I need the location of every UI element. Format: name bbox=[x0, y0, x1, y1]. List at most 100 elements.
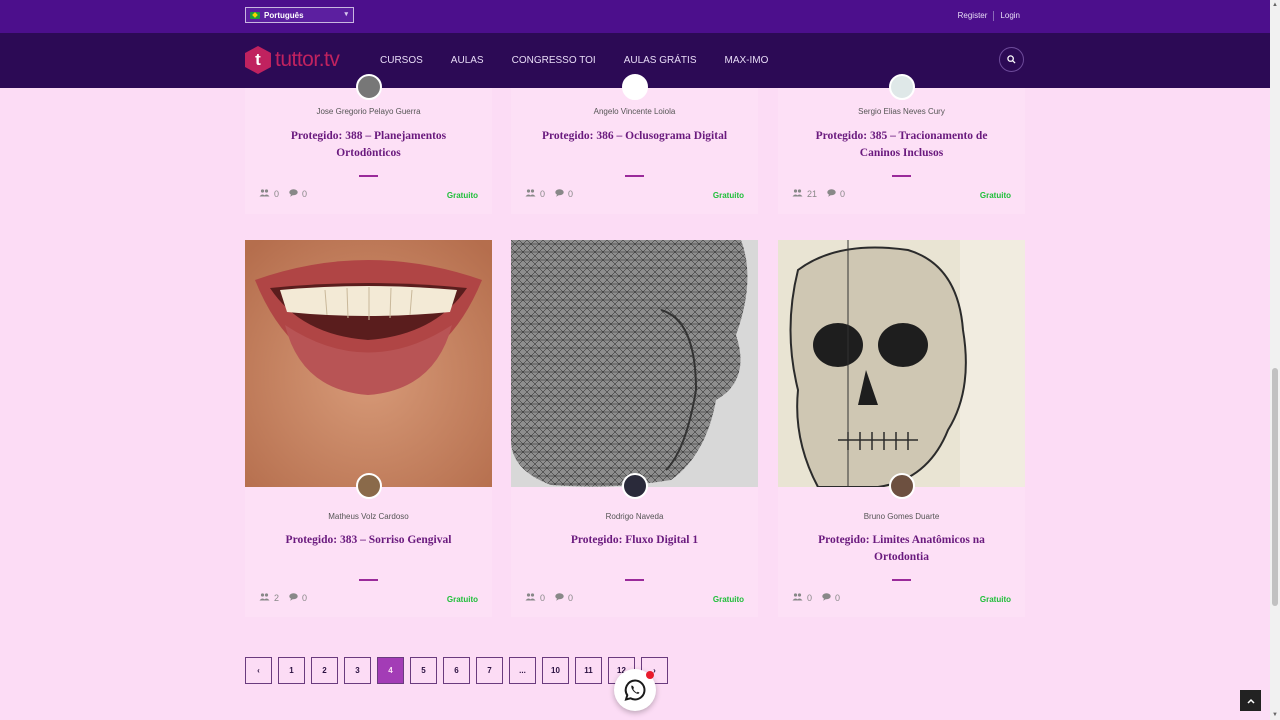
register-link[interactable]: Register bbox=[952, 11, 994, 21]
course-price: Gratuito bbox=[712, 191, 744, 200]
course-card[interactable]: Rodrigo Naveda Protegido: Fluxo Digital … bbox=[511, 240, 758, 617]
comment-icon bbox=[289, 593, 298, 603]
page-button-10[interactable]: 10 bbox=[542, 657, 569, 684]
search-button[interactable] bbox=[999, 47, 1024, 72]
scroll-down-icon[interactable]: ▼ bbox=[1272, 712, 1278, 718]
course-card[interactable]: Sergio Elias Neves Cury Protegido: 385 –… bbox=[778, 74, 1025, 214]
course-card[interactable]: Jose Gregorio Pelayo Guerra Protegido: 3… bbox=[245, 74, 492, 214]
students-count: 2 bbox=[274, 593, 280, 603]
comment-icon bbox=[827, 189, 836, 199]
comments-count: 0 bbox=[835, 593, 841, 603]
students-count: 0 bbox=[540, 189, 546, 199]
title-divider bbox=[892, 175, 911, 177]
comments-count: 0 bbox=[302, 189, 308, 199]
course-thumbnail-mesh[interactable] bbox=[511, 240, 758, 487]
comments-count: 0 bbox=[568, 593, 574, 603]
comment-icon bbox=[555, 593, 564, 603]
page-button-1[interactable]: 1 bbox=[278, 657, 305, 684]
course-thumbnail-smile[interactable] bbox=[245, 240, 492, 487]
course-card[interactable]: Angelo Vincente Loiola Protegido: 386 – … bbox=[511, 74, 758, 214]
page-button-5[interactable]: 5 bbox=[410, 657, 437, 684]
users-icon bbox=[259, 189, 270, 199]
language-label: Português bbox=[264, 10, 304, 20]
page-button-11[interactable]: 11 bbox=[575, 657, 602, 684]
course-meta: 2 0 bbox=[259, 593, 307, 603]
title-divider bbox=[892, 579, 911, 581]
course-title[interactable]: Protegido: 383 – Sorriso Gengival bbox=[265, 532, 472, 549]
course-meta: 0 0 bbox=[525, 593, 573, 603]
whatsapp-icon bbox=[624, 679, 646, 701]
title-divider bbox=[359, 579, 378, 581]
comment-icon bbox=[555, 189, 564, 199]
course-price: Gratuito bbox=[712, 595, 744, 604]
avatar bbox=[889, 473, 915, 499]
course-card[interactable]: Bruno Gomes Duarte Protegido: Limites An… bbox=[778, 240, 1025, 617]
login-link[interactable]: Login bbox=[994, 11, 1026, 21]
course-title[interactable]: Protegido: 388 – Planejamentos Ortodônti… bbox=[265, 128, 472, 162]
whatsapp-chat-button[interactable] bbox=[614, 669, 656, 711]
students-count: 0 bbox=[807, 593, 813, 603]
course-price: Gratuito bbox=[979, 595, 1011, 604]
course-price: Gratuito bbox=[446, 595, 478, 604]
course-meta: 0 0 bbox=[259, 189, 307, 199]
logo-text: tuttor.tv bbox=[275, 48, 340, 71]
course-author: Rodrigo Naveda bbox=[605, 512, 664, 521]
title-divider bbox=[625, 579, 644, 581]
course-price: Gratuito bbox=[446, 191, 478, 200]
course-title[interactable]: Protegido: 385 – Tracionamento de Canino… bbox=[798, 128, 1005, 162]
nav-item-cursos[interactable]: CURSOS bbox=[380, 55, 423, 66]
page-ellipsis: ... bbox=[509, 657, 536, 684]
title-divider bbox=[359, 175, 378, 177]
users-icon bbox=[259, 593, 270, 603]
language-select[interactable]: Português ▾ bbox=[245, 7, 354, 23]
comments-count: 0 bbox=[302, 593, 308, 603]
avatar bbox=[622, 74, 648, 100]
logo-hexagon-icon: t bbox=[245, 46, 271, 74]
page-button-3[interactable]: 3 bbox=[344, 657, 371, 684]
comment-icon bbox=[822, 593, 831, 603]
search-icon bbox=[1007, 55, 1016, 64]
course-meta: 0 0 bbox=[792, 593, 840, 603]
page-button-6[interactable]: 6 bbox=[443, 657, 470, 684]
notification-dot bbox=[646, 671, 654, 679]
students-count: 21 bbox=[807, 189, 818, 199]
top-bar: Português ▾ Register Login bbox=[0, 0, 1270, 33]
scrollbar-thumb[interactable] bbox=[1272, 368, 1278, 606]
back-to-top-button[interactable] bbox=[1240, 690, 1261, 711]
pagination: ‹ 1 2 3 4 5 6 7 ... 10 11 12 › bbox=[245, 657, 674, 684]
course-meta: 0 0 bbox=[525, 189, 573, 199]
account-links: Register Login bbox=[952, 11, 1026, 21]
nav-item-max-imo[interactable]: MAX-IMO bbox=[725, 55, 769, 66]
users-icon bbox=[792, 593, 803, 603]
page-button-2[interactable]: 2 bbox=[311, 657, 338, 684]
course-author: Jose Gregorio Pelayo Guerra bbox=[316, 107, 421, 116]
course-author: Angelo Vincente Loiola bbox=[593, 107, 676, 116]
students-count: 0 bbox=[274, 189, 280, 199]
course-meta: 21 0 bbox=[792, 189, 845, 199]
page-button-current[interactable]: 4 bbox=[377, 657, 404, 684]
chevron-down-icon: ▾ bbox=[344, 11, 348, 18]
site-logo[interactable]: t tuttor.tv bbox=[245, 46, 340, 74]
brazil-flag-icon bbox=[250, 11, 260, 19]
title-divider bbox=[625, 175, 644, 177]
nav-item-congresso-toi[interactable]: CONGRESSO TOI bbox=[512, 55, 596, 66]
avatar bbox=[622, 473, 648, 499]
course-card[interactable]: Matheus Volz Cardoso Protegido: 383 – So… bbox=[245, 240, 492, 617]
course-title[interactable]: Protegido: 386 – Oclusograma Digital bbox=[531, 128, 738, 145]
nav-item-aulas-gratis[interactable]: AULAS GRÁTIS bbox=[624, 55, 697, 66]
course-author: Sergio Elias Neves Cury bbox=[858, 107, 945, 116]
course-title[interactable]: Protegido: Fluxo Digital 1 bbox=[531, 532, 738, 549]
page-button-7[interactable]: 7 bbox=[476, 657, 503, 684]
nav-item-aulas[interactable]: AULAS bbox=[451, 55, 484, 66]
comments-count: 0 bbox=[568, 189, 574, 199]
scroll-up-icon[interactable]: ▲ bbox=[1272, 2, 1278, 8]
users-icon bbox=[525, 593, 536, 603]
comment-icon bbox=[289, 189, 298, 199]
prev-page-button[interactable]: ‹ bbox=[245, 657, 272, 684]
page-scrollbar[interactable]: ▲ ▼ bbox=[1270, 0, 1280, 720]
course-thumbnail-skull[interactable] bbox=[778, 240, 1025, 487]
users-icon bbox=[525, 189, 536, 199]
students-count: 0 bbox=[540, 593, 546, 603]
course-title[interactable]: Protegido: Limites Anatômicos na Ortodon… bbox=[798, 532, 1005, 566]
avatar bbox=[356, 74, 382, 100]
